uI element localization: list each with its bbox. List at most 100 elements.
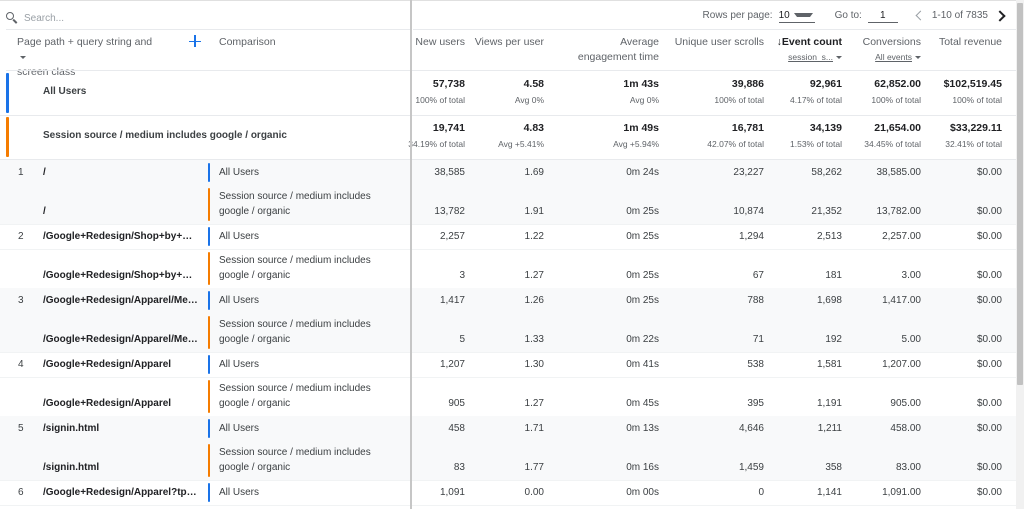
header-avg-engagement-line1: Average: [620, 36, 659, 48]
header-avg-engagement[interactable]: Average engagement time: [578, 35, 659, 65]
total-views-per-user: 4.83 Avg +5.41%: [498, 121, 544, 151]
table-row[interactable]: 5/signin.html All Users 458 1.71 0m 13s 4,646…: [0, 416, 1016, 442]
cell-avg-engagement: 0m 25s: [626, 270, 659, 281]
search-input[interactable]: [24, 12, 224, 24]
page-path[interactable]: /signin.html: [43, 423, 198, 434]
total-value: 4.83: [523, 122, 544, 134]
table-row[interactable]: /Google+Redesign/Apparel/Mens... Session …: [0, 313, 1016, 353]
cell-conversions: 458.00: [890, 423, 921, 434]
cell-new-users: 13,782: [434, 206, 465, 217]
page-path[interactable]: /Google+Redesign/Shop+by+Bra...: [43, 231, 198, 242]
header-unique-scrolls[interactable]: Unique user scrolls: [675, 35, 764, 50]
total-new-users: 57,738 100% of total: [415, 77, 465, 107]
next-page-button[interactable]: [993, 9, 1008, 23]
cell-views-per-user: 1.77: [524, 462, 544, 473]
segment-color-bar: [208, 444, 210, 477]
total-conversions: 21,654.00 34.45% of total: [864, 121, 921, 151]
goto-page-input[interactable]: [867, 8, 898, 23]
caret-down-icon: [915, 56, 921, 60]
cell-total-revenue: $0.00: [976, 398, 1002, 409]
page-range: 1-10 of 7835: [931, 10, 988, 21]
total-percent: Avg 0%: [629, 95, 659, 105]
frozen-column-divider: [410, 0, 412, 509]
table-row[interactable]: 2/Google+Redesign/Shop+by+Bra... All User…: [0, 224, 1016, 250]
cell-event-count: 192: [825, 334, 842, 345]
rows-per-page-select[interactable]: 10: [778, 8, 815, 23]
segment-color-bar: [6, 117, 9, 157]
comparison-segment: Session source / medium includes google /…: [219, 189, 394, 219]
total-percent: 34.45% of total: [864, 139, 921, 149]
page-path[interactable]: /Google+Redesign/Apparel/Mens...: [43, 334, 198, 345]
cell-event-count: 1,141: [816, 487, 842, 498]
cell-new-users: 83: [453, 462, 465, 473]
header-event-count[interactable]: ↓Event count session_s...: [777, 35, 842, 65]
segment-name-line1: Session source / medium includes: [219, 191, 371, 202]
row-rank: 3: [18, 295, 24, 306]
cell-views-per-user: 1.27: [524, 398, 544, 409]
header-conversions-label: Conversions: [862, 36, 921, 48]
cell-total-revenue: $0.00: [976, 206, 1002, 217]
comparison-segment: All Users: [219, 357, 394, 372]
cell-conversions: 5.00: [901, 334, 921, 345]
table-row[interactable]: 3/Google+Redesign/Apparel/Mens... All Use…: [0, 288, 1016, 314]
cell-avg-engagement: 0m 41s: [626, 359, 659, 370]
page-path[interactable]: /: [43, 167, 198, 178]
total-value: 4.58: [523, 78, 544, 90]
comparison-segment: All Users: [219, 421, 394, 436]
cell-new-users: 3: [459, 270, 465, 281]
page-path[interactable]: /Google+Redesign/Shop+by+Bra...: [43, 270, 198, 281]
total-new-users: 19,741 34.19% of total: [408, 121, 465, 151]
cell-views-per-user: 1.22: [524, 231, 544, 242]
segment-name: All Users: [219, 487, 260, 498]
page-path[interactable]: /Google+Redesign/Apparel: [43, 398, 198, 409]
event-name-select[interactable]: session_s...: [788, 52, 842, 62]
cell-views-per-user: 0.00: [524, 487, 544, 498]
report-table: Rows per page: 10 Go to: 1-10 of 7835 Pa…: [0, 0, 1016, 509]
conversion-event-select[interactable]: All events: [875, 52, 921, 62]
header-total-revenue[interactable]: Total revenue: [939, 35, 1002, 50]
table-row[interactable]: /Google+Redesign/Shop+by+Bra... Session s…: [0, 249, 1016, 289]
cell-unique-scrolls: 788: [747, 295, 764, 306]
cell-total-revenue: $0.00: [976, 487, 1002, 498]
cell-conversions: 13,782.00: [876, 206, 922, 217]
total-percent: 34.19% of total: [408, 139, 465, 149]
table-row[interactable]: 4/Google+Redesign/Apparel All Users 1,207 1…: [0, 352, 1016, 378]
table-row[interactable]: /signin.html Session source / medium incl…: [0, 441, 1016, 481]
table-row[interactable]: / Session source / medium includes google …: [0, 185, 1016, 225]
comparison-segment: All Users: [219, 229, 394, 244]
search-bar[interactable]: [6, 8, 224, 28]
page-path[interactable]: /: [43, 206, 198, 217]
totals-row-organic: Session source / medium includes google …: [0, 115, 1016, 160]
table-row[interactable]: 6/Google+Redesign/Apparel?tpt=... All Use…: [0, 480, 1016, 506]
search-icon: [6, 12, 18, 24]
cell-new-users: 458: [448, 423, 465, 434]
comparison-segment: Session source / medium includes google /…: [219, 317, 394, 347]
cell-avg-engagement: 0m 25s: [626, 206, 659, 217]
comparison-segment: All Users: [219, 165, 394, 180]
conversion-event-select-value: All events: [875, 52, 912, 62]
cell-unique-scrolls: 4,646: [738, 423, 764, 434]
segment-label: All Users: [43, 86, 87, 97]
cell-total-revenue: $0.00: [976, 462, 1002, 473]
cell-event-count: 358: [825, 462, 842, 473]
page-path[interactable]: /signin.html: [43, 462, 198, 473]
header-event-count-label: Event count: [781, 36, 842, 48]
total-unique-scrolls: 39,886 100% of total: [714, 77, 764, 107]
header-views-per-user[interactable]: Views per user: [475, 35, 544, 50]
caret-down-icon: [836, 56, 842, 60]
table-row[interactable]: /Google+Redesign/Apparel Session source /…: [0, 377, 1016, 417]
cell-event-count: 21,352: [811, 206, 842, 217]
scrollbar-thumb[interactable]: [1017, 3, 1023, 385]
page-path[interactable]: /Google+Redesign/Apparel: [43, 359, 198, 370]
page-path[interactable]: /Google+Redesign/Apparel?tpt=...: [43, 487, 198, 498]
page-path[interactable]: /Google+Redesign/Apparel/Mens...: [43, 295, 198, 306]
row-rank: 4: [18, 359, 24, 370]
table-row[interactable]: 1 / All Users 38,585 1.69 0m 24s 23,227 58,262 3…: [0, 160, 1016, 186]
header-conversions[interactable]: Conversions All events: [863, 35, 921, 65]
cell-unique-scrolls: 67: [752, 270, 764, 281]
cell-conversions: 83.00: [895, 462, 921, 473]
event-name-select-value: session_s...: [788, 52, 833, 62]
header-new-users[interactable]: New users: [415, 35, 465, 50]
prev-page-button[interactable]: [912, 9, 926, 23]
add-dimension-button[interactable]: [188, 34, 202, 48]
